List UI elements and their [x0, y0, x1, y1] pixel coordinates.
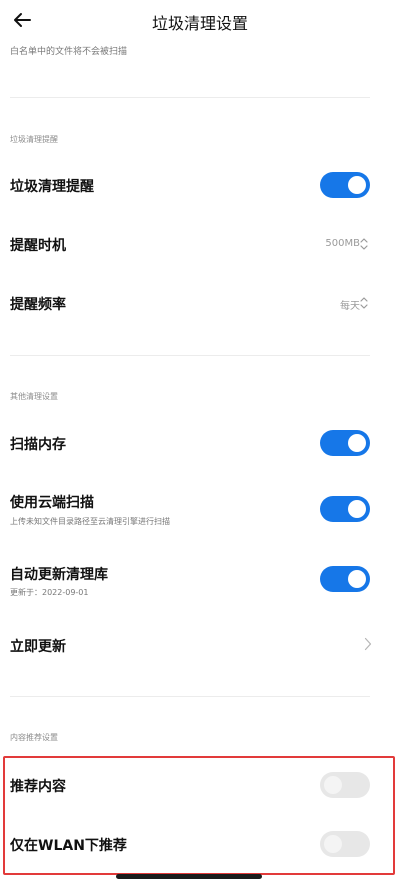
- section-label-other-settings: 其他清理设置: [10, 392, 58, 401]
- scan-memory-toggle[interactable]: [320, 430, 370, 456]
- toggle-knob: [348, 500, 366, 518]
- row-label-scan-memory: 扫描内存: [10, 437, 66, 453]
- auto-update-toggle[interactable]: [320, 566, 370, 592]
- whitelist-note: 白名单中的文件将不会被扫描: [10, 47, 128, 57]
- page-title: 垃圾清理设置: [151, 14, 248, 33]
- divider: [10, 97, 370, 98]
- divider: [10, 355, 370, 356]
- row-sub-auto-update: 更新于：2022-09-01: [10, 588, 89, 597]
- chevron-right-icon[interactable]: [364, 637, 372, 651]
- highlight-frame: [3, 756, 395, 875]
- divider: [10, 696, 370, 697]
- toggle-knob: [348, 176, 366, 194]
- row-label-update-now[interactable]: 立即更新: [10, 636, 66, 656]
- row-label-auto-update: 自动更新清理库: [10, 567, 108, 583]
- cloud-scan-toggle[interactable]: [320, 496, 370, 522]
- reminder-timing-value[interactable]: 500MB: [325, 238, 360, 249]
- section-label-junk-reminder: 垃圾清理提醒: [10, 135, 58, 144]
- row-label-cloud-scan: 使用云端扫描: [10, 495, 94, 511]
- updown-arrow-icon: [360, 297, 368, 309]
- row-sub-cloud-scan: 上传未知文件目录路径至云清理引擎进行扫描: [10, 517, 170, 526]
- header: 垃圾清理设置: [0, 0, 400, 44]
- row-label-reminder-frequency: 提醒频率: [10, 297, 66, 313]
- reminder-frequency-value[interactable]: 每天: [340, 297, 360, 312]
- updown-arrow-icon: [360, 238, 368, 250]
- row-label-reminder-timing: 提醒时机: [10, 238, 66, 254]
- toggle-knob: [348, 570, 366, 588]
- junk-reminder-toggle[interactable]: [320, 172, 370, 198]
- home-indicator: [116, 874, 262, 879]
- section-label-content-recommend: 内容推荐设置: [10, 733, 58, 742]
- row-label-junk-reminder: 垃圾清理提醒: [10, 179, 94, 195]
- toggle-knob: [348, 434, 366, 452]
